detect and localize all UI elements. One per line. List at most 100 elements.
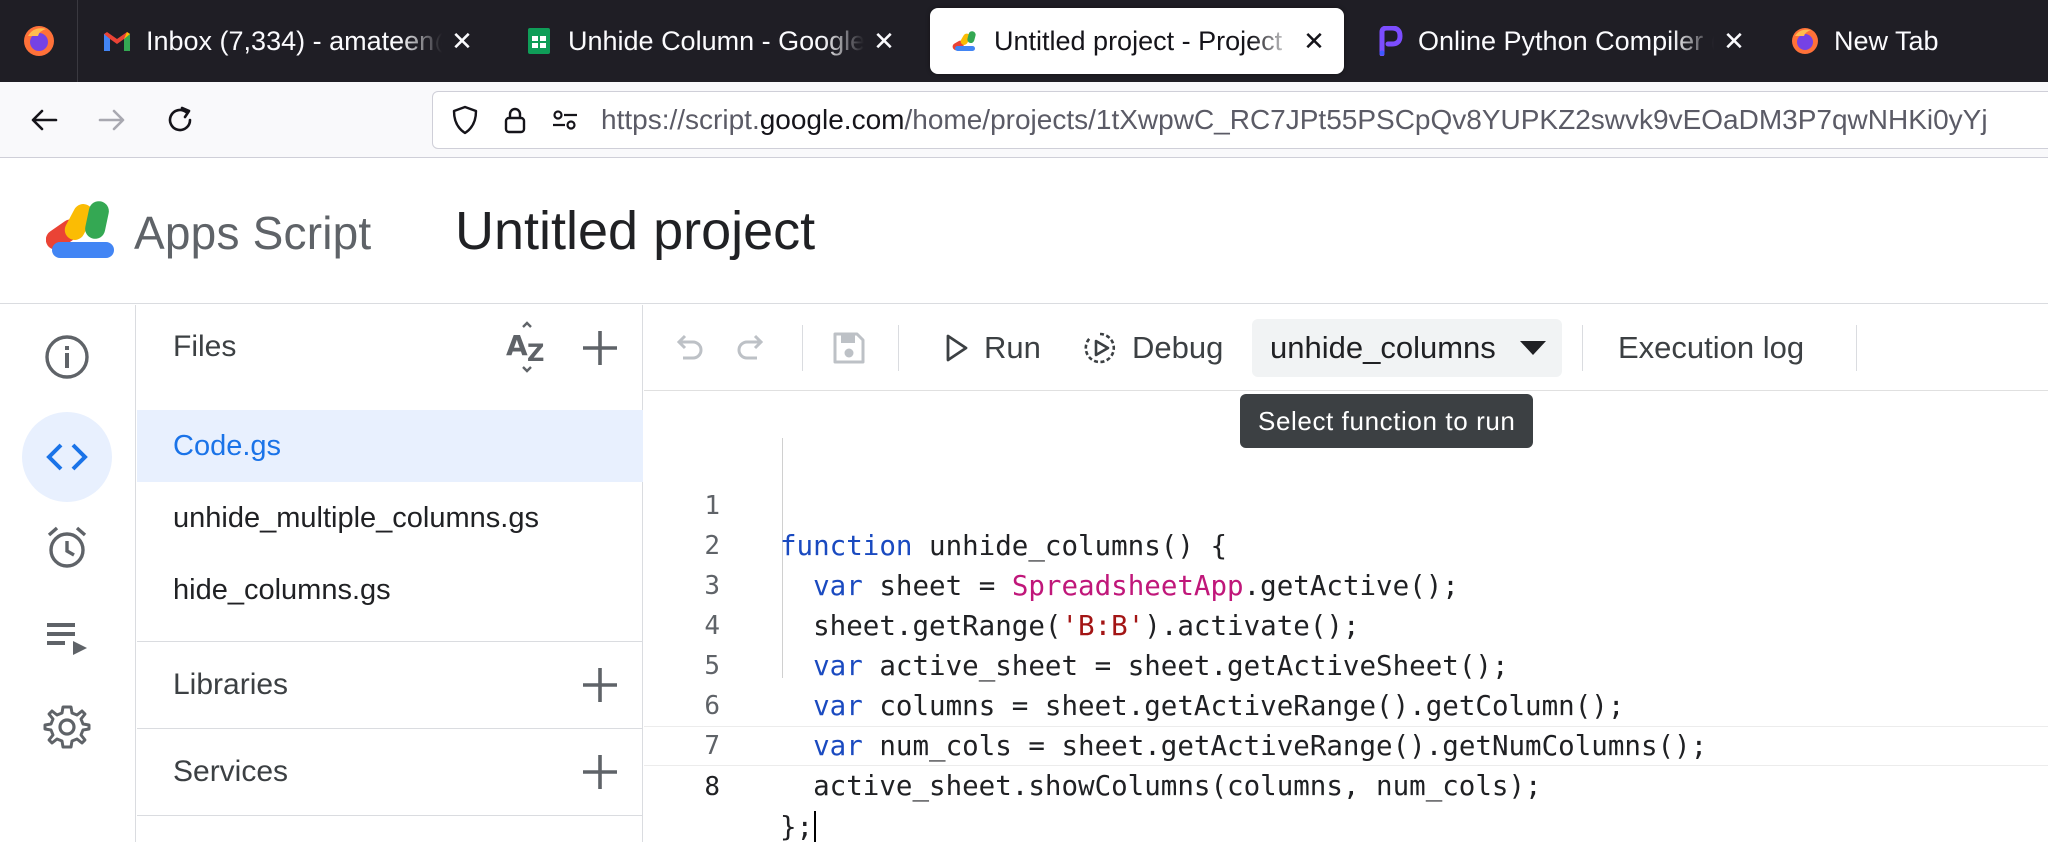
code-line[interactable]: 1 function unhide_columns() { (644, 446, 2048, 562)
url-path: /home/projects/1tXwpwC_RC7JPt55PSCpQv8YU… (904, 104, 1988, 135)
apps-script-logo[interactable] (46, 198, 122, 262)
redo-button[interactable] (732, 329, 770, 367)
libraries-header: Libraries (137, 642, 643, 728)
tab-title: Online Python Compiler ( (1418, 25, 1714, 56)
files-title: Files (173, 330, 237, 363)
debug-icon (1084, 332, 1116, 364)
url-prefix: https://script. (601, 104, 760, 135)
undo-icon (676, 334, 703, 360)
tab-close-icon[interactable]: ✕ (450, 26, 474, 57)
save-button[interactable] (830, 329, 868, 367)
project-settings-button[interactable] (22, 682, 112, 772)
project-title[interactable]: Untitled project (455, 200, 815, 262)
code-line[interactable]: 4 var active_sheet = sheet.getActiveShee… (644, 566, 2048, 682)
gmail-icon (104, 32, 130, 51)
run-label: Run (984, 330, 1041, 365)
redo-icon (737, 334, 764, 360)
toolbar-separator (898, 325, 899, 371)
debug-label: Debug (1132, 330, 1224, 365)
toolbar-separator (802, 325, 803, 371)
editor-toolbar: Run Debug unhide_columns Execution log (644, 305, 2048, 391)
browser-tab-strip: Inbox (7,334) - amateen@ ✕ Unhide Column… (0, 0, 2048, 82)
file-item-unhide-multiple-columns[interactable]: unhide_multiple_columns.gs (137, 482, 643, 554)
code-line[interactable]: 7 active_sheet.showColumns(columns, num_… (644, 686, 2048, 802)
tab-close-icon[interactable]: ✕ (1722, 26, 1746, 57)
firefox-icon (1792, 28, 1818, 54)
arrow-right-icon (98, 109, 125, 131)
add-service-plus-icon[interactable] (579, 751, 621, 793)
code-line[interactable]: 2 var sheet = SpreadsheetApp.getActive()… (644, 486, 2048, 602)
tab-apps-script[interactable]: Untitled project - Project ✕ (930, 8, 1344, 74)
alarm-clock-icon (47, 526, 87, 568)
tracking-protection-shield-icon[interactable] (447, 102, 483, 138)
tab-title: Untitled project - Project (994, 25, 1283, 56)
product-name[interactable]: Apps Script (134, 206, 371, 260)
files-panel: Files A Z Code.gs unhide_multiple_column… (137, 305, 643, 842)
arrow-left-icon (31, 109, 58, 131)
forward-button[interactable] (92, 100, 132, 140)
tab-python-compiler[interactable]: Online Python Compiler ( ✕ (1354, 8, 1764, 74)
info-icon (45, 335, 89, 379)
svg-text:Z: Z (527, 339, 544, 367)
add-library-plus-icon[interactable] (579, 664, 621, 706)
editor-button[interactable] (22, 412, 112, 502)
app-header: Apps Script Untitled project (0, 158, 2048, 304)
file-item-hide-columns[interactable]: hide_columns.gs (137, 554, 643, 626)
tab-close-icon[interactable]: ✕ (872, 26, 896, 57)
code-text: }; (780, 807, 817, 842)
play-icon (946, 334, 968, 362)
code-editor[interactable]: 1 function unhide_columns() { 2 var shee… (644, 392, 2048, 842)
reload-button[interactable] (160, 100, 200, 140)
gear-icon (43, 705, 91, 749)
code-line[interactable]: 6 var num_cols = sheet.getActiveRange().… (644, 646, 2048, 762)
save-icon (833, 332, 865, 364)
url-domain: google.com (759, 104, 905, 135)
sort-az-icon[interactable]: A Z (505, 321, 553, 373)
toolbar-separator (1856, 325, 1857, 371)
services-title: Services (173, 755, 289, 788)
overview-button[interactable] (22, 312, 112, 402)
back-button[interactable] (24, 100, 64, 140)
left-navigation-rail (0, 305, 136, 842)
tab-new-tab[interactable]: New Tab (1770, 8, 2010, 74)
add-file-plus-icon[interactable] (579, 327, 621, 369)
svg-text:A: A (506, 329, 528, 362)
run-button[interactable]: Run (944, 323, 1041, 373)
code-line-current[interactable]: 8 }; (644, 726, 2048, 842)
toolbar-separator (1582, 325, 1583, 371)
undo-button[interactable] (670, 329, 708, 367)
code-text: active_sheet.showColumns(columns, num_co… (780, 770, 1542, 802)
files-header: Files A Z (137, 305, 643, 389)
line-number: 8 (704, 772, 720, 802)
execution-log-label: Execution log (1618, 330, 1805, 365)
text-cursor (814, 811, 817, 842)
address-bar[interactable]: https://script.google.com/home/projects/… (432, 91, 2048, 149)
file-item-code-gs[interactable]: Code.gs (137, 410, 643, 482)
tab-title: Inbox (7,334) - amateen@ (146, 25, 442, 56)
lock-icon[interactable] (497, 102, 533, 138)
tab-gmail[interactable]: Inbox (7,334) - amateen@ ✕ (82, 8, 492, 74)
google-sheets-icon (528, 28, 550, 54)
tab-close-icon[interactable]: ✕ (1302, 26, 1326, 57)
executions-button[interactable] (22, 592, 112, 682)
tab-title: New Tab (1834, 25, 1939, 56)
apps-script-icon (952, 31, 976, 51)
divider (137, 815, 643, 816)
services-header: Services (137, 729, 643, 815)
triggers-button[interactable] (22, 502, 112, 592)
tab-title: Unhide Column - Google S (568, 25, 864, 56)
firefox-icon (23, 26, 54, 56)
navigation-toolbar: https://script.google.com/home/projects/… (0, 82, 2048, 158)
libraries-title: Libraries (173, 668, 289, 701)
function-select-dropdown[interactable]: unhide_columns (1252, 319, 1562, 377)
code-line[interactable]: 3 sheet.getRange('B:B').activate(); (644, 526, 2048, 642)
execution-log-button[interactable]: Execution log (1618, 323, 1804, 373)
firefox-menu-button[interactable] (0, 0, 78, 82)
tab-google-sheets[interactable]: Unhide Column - Google S ✕ (504, 8, 914, 74)
permissions-icon[interactable] (547, 102, 583, 138)
url-text[interactable]: https://script.google.com/home/projects/… (601, 104, 1988, 136)
debug-button[interactable]: Debug (1082, 323, 1223, 373)
function-select-tooltip: Select function to run (1240, 394, 1534, 448)
reload-icon (168, 106, 192, 132)
code-line[interactable]: 5 var columns = sheet.getActiveRange().g… (644, 606, 2048, 722)
